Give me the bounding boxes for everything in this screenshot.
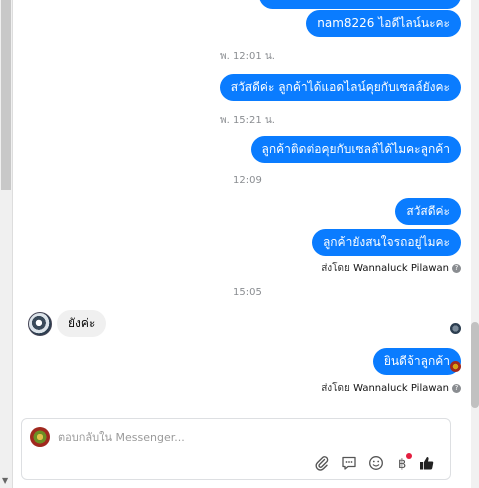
help-icon[interactable]: ? — [452, 263, 461, 273]
message-bubble: nam8226 ไอดีไลน์นะคะ — [306, 10, 461, 37]
message-bubble: ลูกค้าติดต่อคุยกับเซลล์ได้ไมคะลูกค้า — [250, 136, 461, 163]
baht-payment-icon[interactable]: ฿ — [394, 453, 412, 473]
notification-dot — [406, 453, 412, 459]
like-icon[interactable] — [419, 455, 437, 473]
timestamp: 15:05 — [233, 287, 262, 298]
chat-template-icon[interactable] — [341, 455, 359, 473]
page-avatar — [30, 427, 50, 447]
left-scrollbar-thumb[interactable] — [1, 0, 11, 190]
composer-toolbar: ฿ — [314, 453, 444, 473]
message-scrollbar-thumb[interactable] — [471, 322, 479, 408]
sent-by-prefix: ส่งโดย — [321, 383, 350, 394]
reply-input[interactable] — [58, 429, 428, 445]
timestamp: พ. 12:01 น. — [220, 51, 275, 62]
incoming-message-bubble: ยังค่ะ — [57, 310, 107, 337]
message-scrollbar[interactable] — [471, 0, 479, 488]
sent-by-prefix: ส่งโดย — [321, 263, 350, 274]
message-list: nam8226 ไอดีไลน์นะคะ พ. 12:01 น. สวัสดีค… — [12, 0, 471, 415]
message-bubble-partial — [259, 0, 461, 9]
sender-name: Wannaluck Pilawan — [353, 263, 449, 274]
message-bubble: ยินดีจ้าลูกค้า — [372, 348, 461, 375]
timestamp: 12:09 — [233, 175, 262, 186]
message-bubble: สวัสดีค่ะ — [395, 198, 461, 225]
scroll-down-arrow-icon[interactable]: ▼ — [2, 476, 8, 485]
customer-avatar[interactable] — [28, 312, 52, 336]
svg-text:฿: ฿ — [398, 457, 406, 471]
sender-name: Wannaluck Pilawan — [353, 383, 449, 394]
emoji-icon[interactable] — [368, 455, 386, 473]
timestamp: พ. 15:21 น. — [220, 115, 275, 126]
seen-avatar-icon — [450, 323, 461, 334]
seen-avatar-icon — [450, 361, 461, 372]
attach-icon[interactable] — [314, 455, 332, 473]
help-icon[interactable]: ? — [452, 383, 461, 393]
sent-by-label: ส่งโดย Wannaluck Pilawan? — [321, 261, 461, 276]
sent-by-label: ส่งโดย Wannaluck Pilawan? — [321, 381, 461, 396]
message-bubble: สวัสดีค่ะ ลูกค้าได้แอดไลน์คุยกับเซลล์ยัง… — [219, 74, 461, 101]
message-bubble: ลูกค้ายังสนใจรถอยู่ไมคะ — [311, 229, 461, 256]
reply-composer: ฿ — [21, 418, 451, 480]
